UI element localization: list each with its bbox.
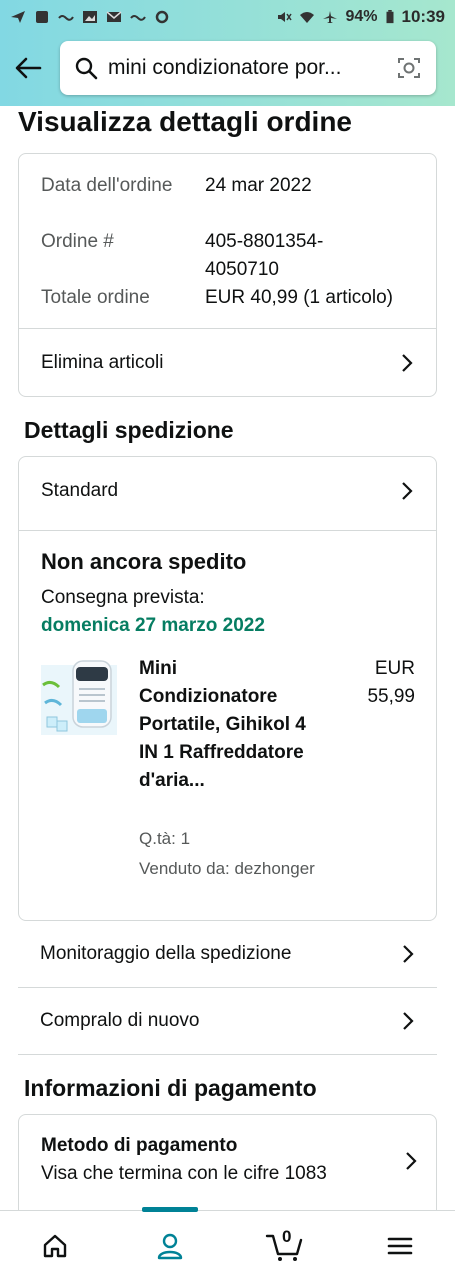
divider bbox=[19, 530, 436, 531]
shipping-section-title: Dettagli spedizione bbox=[24, 417, 234, 443]
order-date-label: Data dell'ordine bbox=[41, 175, 173, 196]
send-icon bbox=[11, 11, 25, 23]
app-header: 94% 10:39 mini condizionatore por... bbox=[0, 0, 455, 106]
search-input[interactable]: mini condizionatore por... bbox=[108, 56, 386, 80]
app-icon bbox=[36, 11, 48, 23]
bottom-navigation: 0 bbox=[0, 1207, 455, 1280]
back-arrow-icon bbox=[15, 57, 42, 79]
shipping-method-row[interactable]: Standard bbox=[19, 457, 436, 525]
page-title: Visualizza dettagli ordine bbox=[18, 106, 353, 137]
expected-delivery-date: domenica 27 marzo 2022 bbox=[41, 615, 265, 636]
wave2-icon bbox=[130, 15, 146, 21]
nav-cart[interactable]: 0 bbox=[250, 1211, 320, 1280]
image-icon bbox=[83, 11, 97, 23]
chevron-right-icon bbox=[403, 1012, 414, 1030]
order-number-label: Ordine # bbox=[41, 231, 114, 252]
search-icon bbox=[75, 57, 98, 80]
clock: 10:39 bbox=[401, 7, 445, 26]
expected-delivery-label: Consegna prevista: bbox=[41, 587, 205, 608]
camera-search-icon[interactable] bbox=[396, 55, 422, 81]
shipping-status: Non ancora spedito bbox=[41, 549, 247, 574]
buy-again-label: Compralo di nuovo bbox=[40, 1010, 200, 1031]
air-cooler-image bbox=[41, 660, 117, 735]
wifi-icon bbox=[300, 12, 315, 23]
order-total-value: EUR 40,99 (1 articolo) bbox=[205, 287, 393, 308]
nav-account[interactable] bbox=[135, 1211, 205, 1280]
product-thumbnail[interactable] bbox=[41, 655, 117, 735]
payment-card[interactable]: Metodo di pagamento Visa che termina con… bbox=[18, 1114, 437, 1224]
payment-section-title: Informazioni di pagamento bbox=[24, 1075, 317, 1101]
track-shipment-label: Monitoraggio della spedizione bbox=[40, 943, 292, 964]
payment-method-value: Visa che termina con le cifre 1083 bbox=[41, 1163, 327, 1184]
airplane-icon bbox=[323, 11, 338, 23]
product-title[interactable]: Mini Condizionatore Portatile, Gihikol 4… bbox=[139, 655, 319, 795]
wave-icon bbox=[58, 15, 74, 21]
nav-home[interactable] bbox=[20, 1211, 90, 1280]
battery-icon bbox=[386, 10, 394, 24]
chevron-right-icon bbox=[402, 482, 413, 500]
payment-method-title: Metodo di pagamento bbox=[41, 1135, 238, 1156]
order-number-value: 405-8801354-4050710 bbox=[205, 231, 324, 280]
delete-items-label: Elimina articoli bbox=[41, 352, 164, 373]
back-button[interactable] bbox=[12, 52, 44, 84]
nav-menu[interactable] bbox=[365, 1211, 435, 1280]
status-bar: 94% 10:39 bbox=[0, 0, 455, 34]
battery-percent: 94% bbox=[345, 8, 378, 25]
mute-icon bbox=[278, 12, 293, 22]
chevron-right-icon bbox=[402, 354, 413, 372]
account-icon bbox=[157, 1233, 183, 1260]
shipping-card: Standard Non ancora spedito Consegna pre… bbox=[18, 456, 437, 921]
order-summary-card: Data dell'ordine 24 mar 2022 Ordine # 40… bbox=[18, 153, 437, 397]
search-bar[interactable]: mini condizionatore por... bbox=[60, 41, 436, 95]
mail-icon bbox=[106, 11, 122, 22]
chevron-right-icon bbox=[403, 945, 414, 963]
order-total-label: Totale ordine bbox=[41, 287, 150, 308]
product-quantity: Q.tà: 1 bbox=[139, 829, 191, 848]
track-shipment-row[interactable]: Monitoraggio della spedizione bbox=[18, 921, 437, 988]
buy-again-row[interactable]: Compralo di nuovo bbox=[18, 988, 437, 1055]
notification-icons bbox=[10, 10, 170, 24]
product-seller: Venduto da: dezhonger bbox=[139, 859, 315, 878]
product-price: EUR 55,99 bbox=[367, 658, 415, 707]
order-date-value: 24 mar 2022 bbox=[205, 175, 312, 196]
home-icon bbox=[43, 1234, 67, 1258]
cart-count: 0 bbox=[282, 1227, 292, 1246]
sync-icon bbox=[155, 10, 169, 24]
delete-items-row[interactable]: Elimina articoli bbox=[19, 329, 436, 396]
system-icons: 94% 10:39 bbox=[276, 7, 445, 27]
shipping-method-label: Standard bbox=[41, 480, 119, 501]
chevron-right-icon bbox=[406, 1152, 417, 1170]
menu-icon bbox=[387, 1237, 413, 1255]
